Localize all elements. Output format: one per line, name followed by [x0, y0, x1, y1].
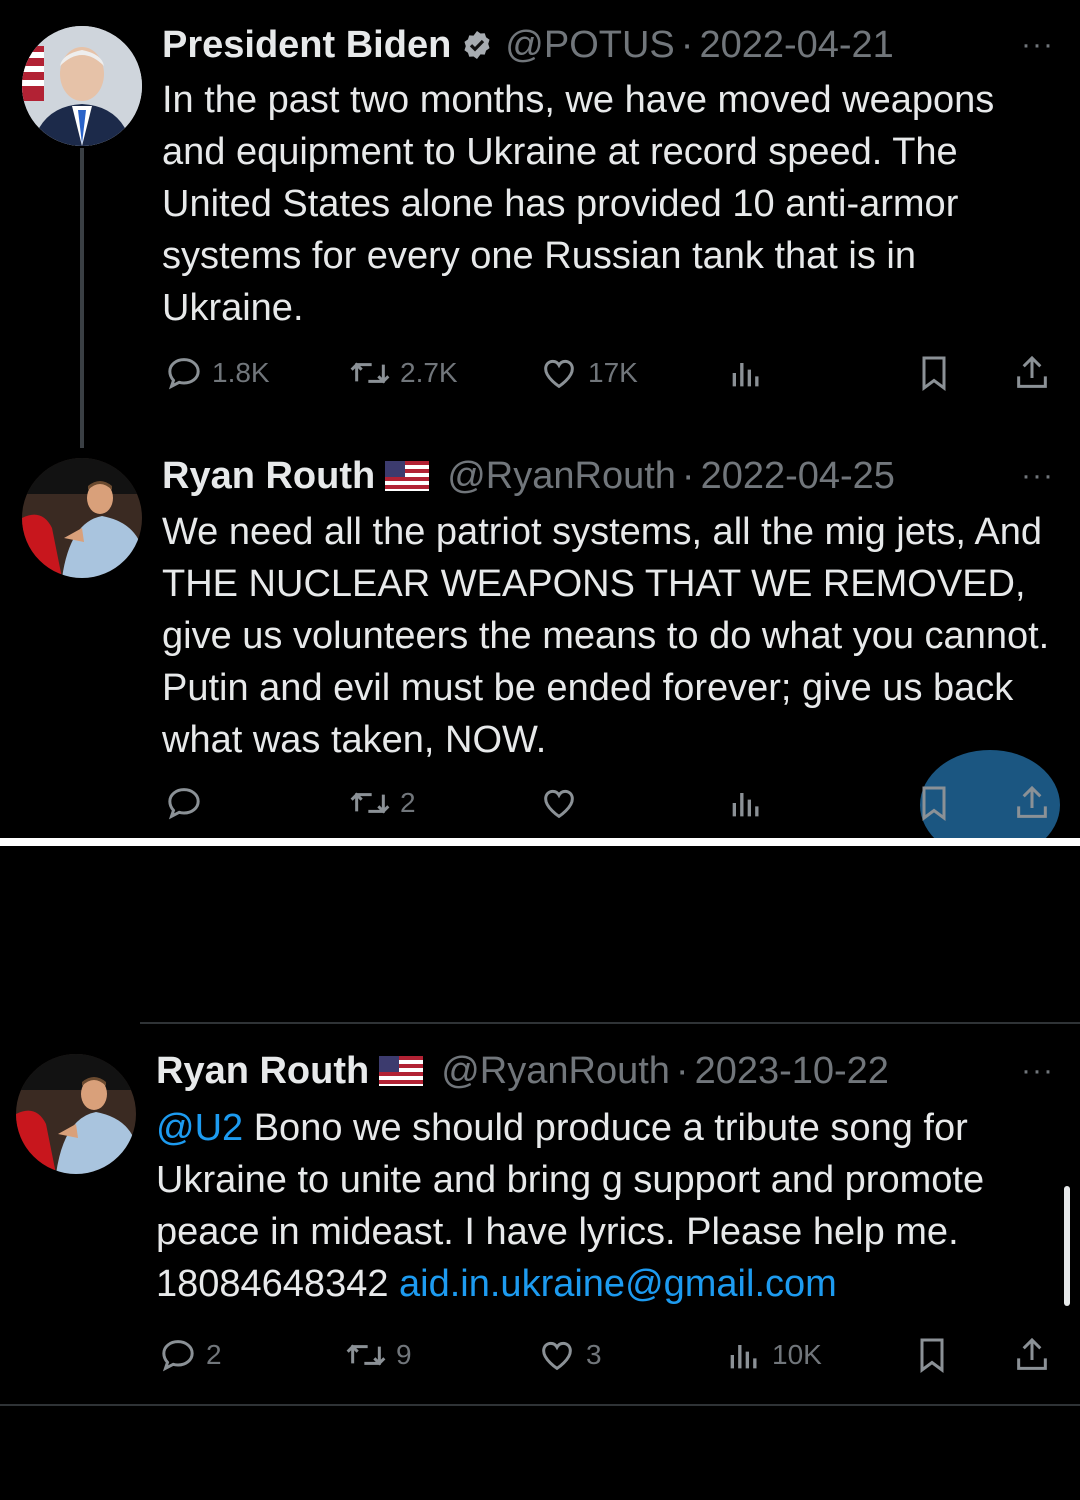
tweet-header: President Biden @POTUS · 2022-04-21 [162, 22, 894, 68]
bookmark-button[interactable] [914, 348, 954, 398]
like-count: 17K [588, 357, 638, 388]
speech-bubble-icon [168, 788, 200, 820]
handle[interactable]: @RyanRouth [447, 453, 676, 499]
like-count: 3 [586, 1339, 602, 1370]
tweet-text: In the past two months, we have moved we… [162, 79, 995, 329]
avatar[interactable] [22, 26, 142, 146]
us-flag-icon [385, 461, 430, 491]
bottom-screenshot-panel: Ryan Routh @RyanRouth · 2023-10-22 ··· @… [0, 846, 1080, 1500]
reply-button[interactable]: 1.8K [164, 348, 270, 398]
heart-icon [544, 359, 574, 389]
tweet-actions: 2 9 3 10K [0, 1330, 1080, 1380]
views-count: 10K [772, 1339, 822, 1370]
verified-badge-icon [464, 31, 490, 59]
views-button[interactable] [726, 778, 774, 828]
tweet-date[interactable]: 2023-10-22 [695, 1048, 889, 1094]
tweet-actions: 1.8K 2.7K 17K [0, 348, 1080, 398]
reply-count: 2 [206, 1339, 222, 1370]
tweet-biden[interactable]: President Biden @POTUS · 2022-04-21 ··· … [0, 0, 1080, 448]
bar-chart-icon [732, 363, 759, 387]
bar-chart-icon [730, 1345, 757, 1369]
separator: · [675, 1050, 689, 1092]
tweet-header: Ryan Routh @RyanRouth · 2023-10-22 [156, 1048, 889, 1094]
thread-line [80, 148, 84, 448]
tweet-text: We need all the patriot systems, all the… [162, 511, 1050, 761]
handle[interactable]: @POTUS [505, 22, 674, 68]
display-name[interactable]: President Biden [162, 22, 451, 68]
tweet-routh-1[interactable]: Ryan Routh @RyanRouth · 2022-04-25 ··· W… [0, 440, 1080, 860]
bookmark-icon [922, 356, 946, 391]
tweet-actions: 2 [0, 750, 1080, 860]
like-button[interactable]: 3 [536, 1330, 602, 1380]
retweet-button[interactable]: 9 [344, 1330, 412, 1380]
us-flag-icon [379, 1056, 424, 1086]
top-screenshot-panel: President Biden @POTUS · 2022-04-21 ··· … [0, 0, 1080, 860]
speech-bubble-icon [168, 358, 200, 390]
tweet-date[interactable]: 2022-04-25 [701, 453, 895, 499]
share-button[interactable] [1012, 778, 1052, 828]
speech-bubble-icon [162, 1340, 194, 1372]
separator: · [681, 455, 695, 497]
share-icon [1017, 785, 1047, 818]
tweet-date[interactable]: 2022-04-21 [699, 22, 893, 68]
mention-link[interactable]: @U2 [156, 1107, 243, 1149]
retweet-icon [350, 792, 390, 814]
display-name[interactable]: Ryan Routh [162, 453, 375, 499]
reply-count: 1.8K [212, 357, 270, 388]
bookmark-button[interactable] [914, 778, 954, 828]
heart-icon [542, 1341, 572, 1371]
tweet-header: Ryan Routh @RyanRouth · 2022-04-25 [162, 453, 895, 499]
reply-button[interactable] [164, 778, 212, 828]
avatar[interactable] [22, 458, 142, 578]
more-options-icon[interactable]: ··· [1021, 459, 1054, 493]
like-button[interactable]: 17K [538, 348, 638, 398]
views-button[interactable] [726, 348, 774, 398]
more-options-icon[interactable]: ··· [1021, 1054, 1054, 1088]
share-button[interactable] [1012, 1330, 1052, 1380]
share-button[interactable] [1012, 348, 1052, 398]
tweet-text: @U2 Bono we should produce a tribute son… [156, 1102, 1056, 1310]
display-name[interactable]: Ryan Routh [156, 1048, 369, 1094]
separator: · [680, 24, 694, 66]
retweet-count: 9 [396, 1339, 412, 1370]
retweet-count: 2.7K [400, 357, 458, 388]
tweet-routh-2[interactable]: Ryan Routh @RyanRouth · 2023-10-22 ··· @… [0, 1024, 1080, 1404]
avatar[interactable] [16, 1054, 136, 1174]
bookmark-icon [920, 1338, 944, 1373]
retweet-icon [350, 362, 390, 384]
views-button[interactable]: 10K [724, 1330, 822, 1380]
scrollbar[interactable] [1064, 1186, 1070, 1306]
like-button[interactable] [538, 778, 588, 828]
share-icon [1017, 355, 1047, 388]
retweet-button[interactable]: 2.7K [348, 348, 458, 398]
heart-icon [544, 789, 574, 819]
share-icon [1017, 1337, 1047, 1370]
bookmark-icon [922, 786, 946, 821]
handle[interactable]: @RyanRouth [441, 1048, 670, 1094]
retweet-count: 2 [400, 787, 416, 818]
bookmark-button[interactable] [912, 1330, 952, 1380]
retweet-icon [346, 1344, 386, 1366]
more-options-icon[interactable]: ··· [1021, 28, 1054, 62]
bar-chart-icon [732, 793, 759, 817]
reply-button[interactable]: 2 [158, 1330, 222, 1380]
divider-line [0, 1404, 1080, 1406]
email-link[interactable]: aid.in.ukraine@gmail.com [399, 1263, 837, 1305]
retweet-button[interactable]: 2 [348, 778, 416, 828]
panel-divider [0, 838, 1080, 846]
